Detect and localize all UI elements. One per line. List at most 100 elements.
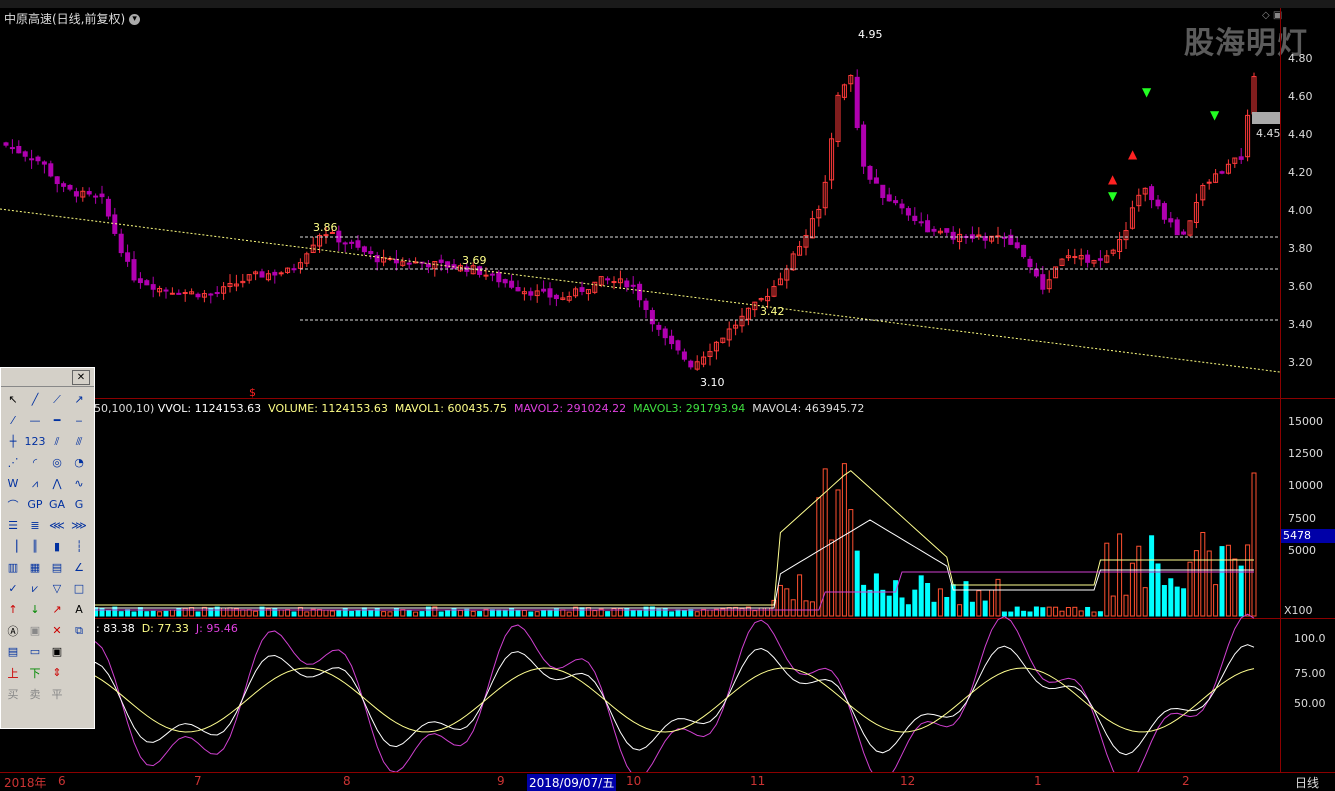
line-tool-icon[interactable]: ╱ bbox=[24, 389, 46, 410]
candle-body bbox=[361, 246, 367, 253]
volume-bar bbox=[368, 609, 374, 617]
candle-body bbox=[489, 273, 495, 276]
vline-tool-icon[interactable]: ┼ bbox=[2, 431, 24, 452]
arc-tool-icon[interactable]: ◜ bbox=[24, 452, 46, 473]
triangle-tool-icon[interactable]: ▽ bbox=[46, 578, 68, 599]
delete-tool-icon[interactable]: ✕ bbox=[46, 620, 68, 641]
volume-bar bbox=[861, 584, 867, 617]
channel-tool-icon[interactable]: ⫻ bbox=[68, 431, 90, 452]
period-tool-icon[interactable]: ║ bbox=[24, 536, 46, 557]
hray-tool-icon[interactable]: ━ bbox=[46, 410, 68, 431]
signal-arrow-icon: ▼ bbox=[1210, 108, 1220, 122]
volume-bar bbox=[957, 604, 963, 617]
grid-tool-icon[interactable]: ▦ bbox=[24, 557, 46, 578]
up-arrow-tool-icon[interactable]: ↑ bbox=[2, 599, 24, 620]
volume-bar bbox=[1078, 610, 1084, 617]
wave-tool-icon[interactable]: W bbox=[2, 473, 24, 494]
ellipse-tool-icon[interactable]: ◔ bbox=[68, 452, 90, 473]
down-arrow-tool-icon[interactable]: ↓ bbox=[24, 599, 46, 620]
candlestick-chart[interactable]: ▼ ▼ ▲ ▲ ▼ $ bbox=[0, 0, 1280, 772]
price-tick: 3.80 bbox=[1288, 242, 1313, 255]
timezone-tool-icon[interactable]: ┆ bbox=[68, 536, 90, 557]
text-box-tool-icon[interactable]: Ⓐ bbox=[2, 620, 24, 641]
box-tool-icon[interactable]: ▤ bbox=[46, 557, 68, 578]
candle-body bbox=[3, 142, 9, 146]
hline-tool-icon[interactable]: — bbox=[24, 410, 46, 431]
elliott-tool-icon[interactable]: ⋀ bbox=[46, 473, 68, 494]
save-tool-icon[interactable]: ▣ bbox=[46, 641, 68, 662]
g-tool-icon[interactable]: G bbox=[68, 494, 90, 515]
zigzag-tool-icon[interactable]: ⩘ bbox=[24, 473, 46, 494]
diag-arrow-tool-icon[interactable]: ↗ bbox=[46, 599, 68, 620]
volume-bar bbox=[848, 509, 854, 617]
pointer-tool-icon[interactable]: ↖ bbox=[2, 389, 24, 410]
candle-body bbox=[41, 161, 47, 165]
fan-tool-icon[interactable]: ⋰ bbox=[2, 452, 24, 473]
volume-ma1-line bbox=[6, 470, 1254, 606]
copy-tool-icon[interactable]: ⧉ bbox=[68, 620, 90, 641]
circle-tool-icon[interactable]: ◎ bbox=[46, 452, 68, 473]
check-tool-icon[interactable]: ✓ bbox=[2, 578, 24, 599]
gann-tool-icon[interactable]: ⋘ bbox=[46, 515, 68, 536]
volume-bar bbox=[1123, 594, 1129, 617]
list-tool-icon[interactable]: ▤ bbox=[2, 641, 24, 662]
cycle-tool-icon[interactable]: ⌒ bbox=[2, 494, 24, 515]
candle-body bbox=[349, 241, 355, 244]
candle-body bbox=[541, 288, 547, 292]
volume-bar bbox=[419, 611, 425, 617]
volume-bar bbox=[381, 611, 387, 617]
speed-tool-icon[interactable]: ⋙ bbox=[68, 515, 90, 536]
sell-tool-icon[interactable]: 卖 bbox=[24, 683, 46, 704]
scale-tool-icon[interactable]: ▭ bbox=[24, 641, 46, 662]
ruler-tool-icon[interactable]: ▥ bbox=[2, 557, 24, 578]
rect-tool-icon[interactable]: □ bbox=[68, 578, 90, 599]
bars-tool-icon[interactable]: ▕ bbox=[2, 536, 24, 557]
candle-body bbox=[688, 360, 694, 368]
toolbox-titlebar[interactable]: ✕ bbox=[1, 368, 94, 387]
candle-body bbox=[637, 283, 643, 301]
volume-bar bbox=[752, 610, 758, 617]
text-tool-icon[interactable]: A bbox=[68, 599, 90, 620]
parallel-tool-icon[interactable]: ⫽ bbox=[46, 431, 68, 452]
date-axis: 2018年 6 7 8 9 10 11 12 1 2 2018/09/07/五 … bbox=[0, 772, 1335, 791]
volume-tick: 10000 bbox=[1288, 479, 1323, 492]
down-label-tool-icon[interactable]: 下 bbox=[24, 662, 46, 683]
gp-tool-icon[interactable]: GP bbox=[24, 494, 46, 515]
hsegment-tool-icon[interactable]: ‒ bbox=[68, 410, 90, 431]
golden-tool-icon[interactable]: ≣ bbox=[24, 515, 46, 536]
drawing-toolbox[interactable]: ✕ ↖ ╱ ⟋ ↗ ⁄ — ━ ‒ ┼ 123 ⫽ ⫻ ⋰ ◜ ◎ ◔ W ⩘ … bbox=[0, 367, 95, 729]
volume-bar bbox=[291, 611, 297, 617]
flat-tool-icon[interactable]: 平 bbox=[46, 683, 68, 704]
volume-bar bbox=[566, 611, 572, 617]
down-check-tool-icon[interactable]: ⩗ bbox=[24, 578, 46, 599]
volume-bar bbox=[1232, 558, 1238, 617]
date-label: 10 bbox=[626, 774, 642, 788]
close-icon[interactable]: ✕ bbox=[72, 370, 90, 385]
volume-bar bbox=[374, 607, 380, 617]
fib-tool-icon[interactable]: ☰ bbox=[2, 515, 24, 536]
candle-body bbox=[656, 324, 662, 330]
up-label-tool-icon[interactable]: 上 bbox=[2, 662, 24, 683]
arrow-line-tool-icon[interactable]: ↗ bbox=[68, 389, 90, 410]
candle-body bbox=[931, 228, 937, 232]
period-label[interactable]: 日线 bbox=[1295, 774, 1319, 791]
volume-bar bbox=[1245, 544, 1251, 617]
volume-bar bbox=[592, 610, 598, 617]
buy-tool-icon[interactable]: 买 bbox=[2, 683, 24, 704]
volume-bar bbox=[125, 609, 131, 617]
volume-bar bbox=[899, 597, 905, 617]
volume-tick: 12500 bbox=[1288, 447, 1323, 460]
volume-tick: 5000 bbox=[1288, 544, 1316, 557]
ray-tool-icon[interactable]: ⟋ bbox=[46, 389, 68, 410]
segment-tool-icon[interactable]: ⁄ bbox=[2, 410, 24, 431]
angle-tool-icon[interactable]: ∠ bbox=[68, 557, 90, 578]
number-tool-icon[interactable]: 123 bbox=[24, 431, 46, 452]
candle-body bbox=[873, 177, 879, 184]
gray-box-tool-icon[interactable]: ▣ bbox=[24, 620, 46, 641]
trend-tool-icon[interactable]: ∿ bbox=[68, 473, 90, 494]
volume-bar bbox=[726, 607, 732, 617]
updown-tool-icon[interactable]: ⇕ bbox=[46, 662, 68, 683]
ga-tool-icon[interactable]: GA bbox=[46, 494, 68, 515]
volume-bar bbox=[528, 611, 534, 617]
fib-time-tool-icon[interactable]: ▮ bbox=[46, 536, 68, 557]
